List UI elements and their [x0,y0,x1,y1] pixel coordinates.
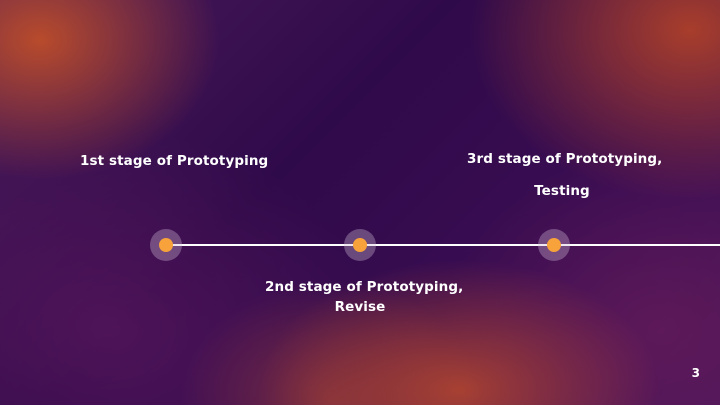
stage-2-label: 2nd stage of Prototyping, Revise [265,277,464,317]
timeline-dot-1 [159,238,173,252]
stage-3-label: 3rd stage of Prototyping, Testing [467,151,663,199]
stage-1-label: 1st stage of Prototyping [80,153,268,169]
timeline-dot-3 [547,238,561,252]
timeline-dot-2 [353,238,367,252]
timeline-node-3 [538,229,570,261]
stage-2-label-line-1: 2nd stage of Prototyping, [265,279,464,295]
timeline-line [165,244,720,246]
stage-1-label-line-1: 1st stage of Prototyping [80,153,269,169]
timeline-node-2 [344,229,376,261]
timeline-node-1 [150,229,182,261]
stage-2-label-line-2: Revise [334,299,386,315]
slide: 1st stage of Prototyping 2nd stage of Pr… [0,0,720,405]
stage-3-label-line-2: Testing [534,183,590,199]
page-number: 3 [691,366,700,380]
stage-3-label-line-1: 3rd stage of Prototyping, [467,151,663,167]
